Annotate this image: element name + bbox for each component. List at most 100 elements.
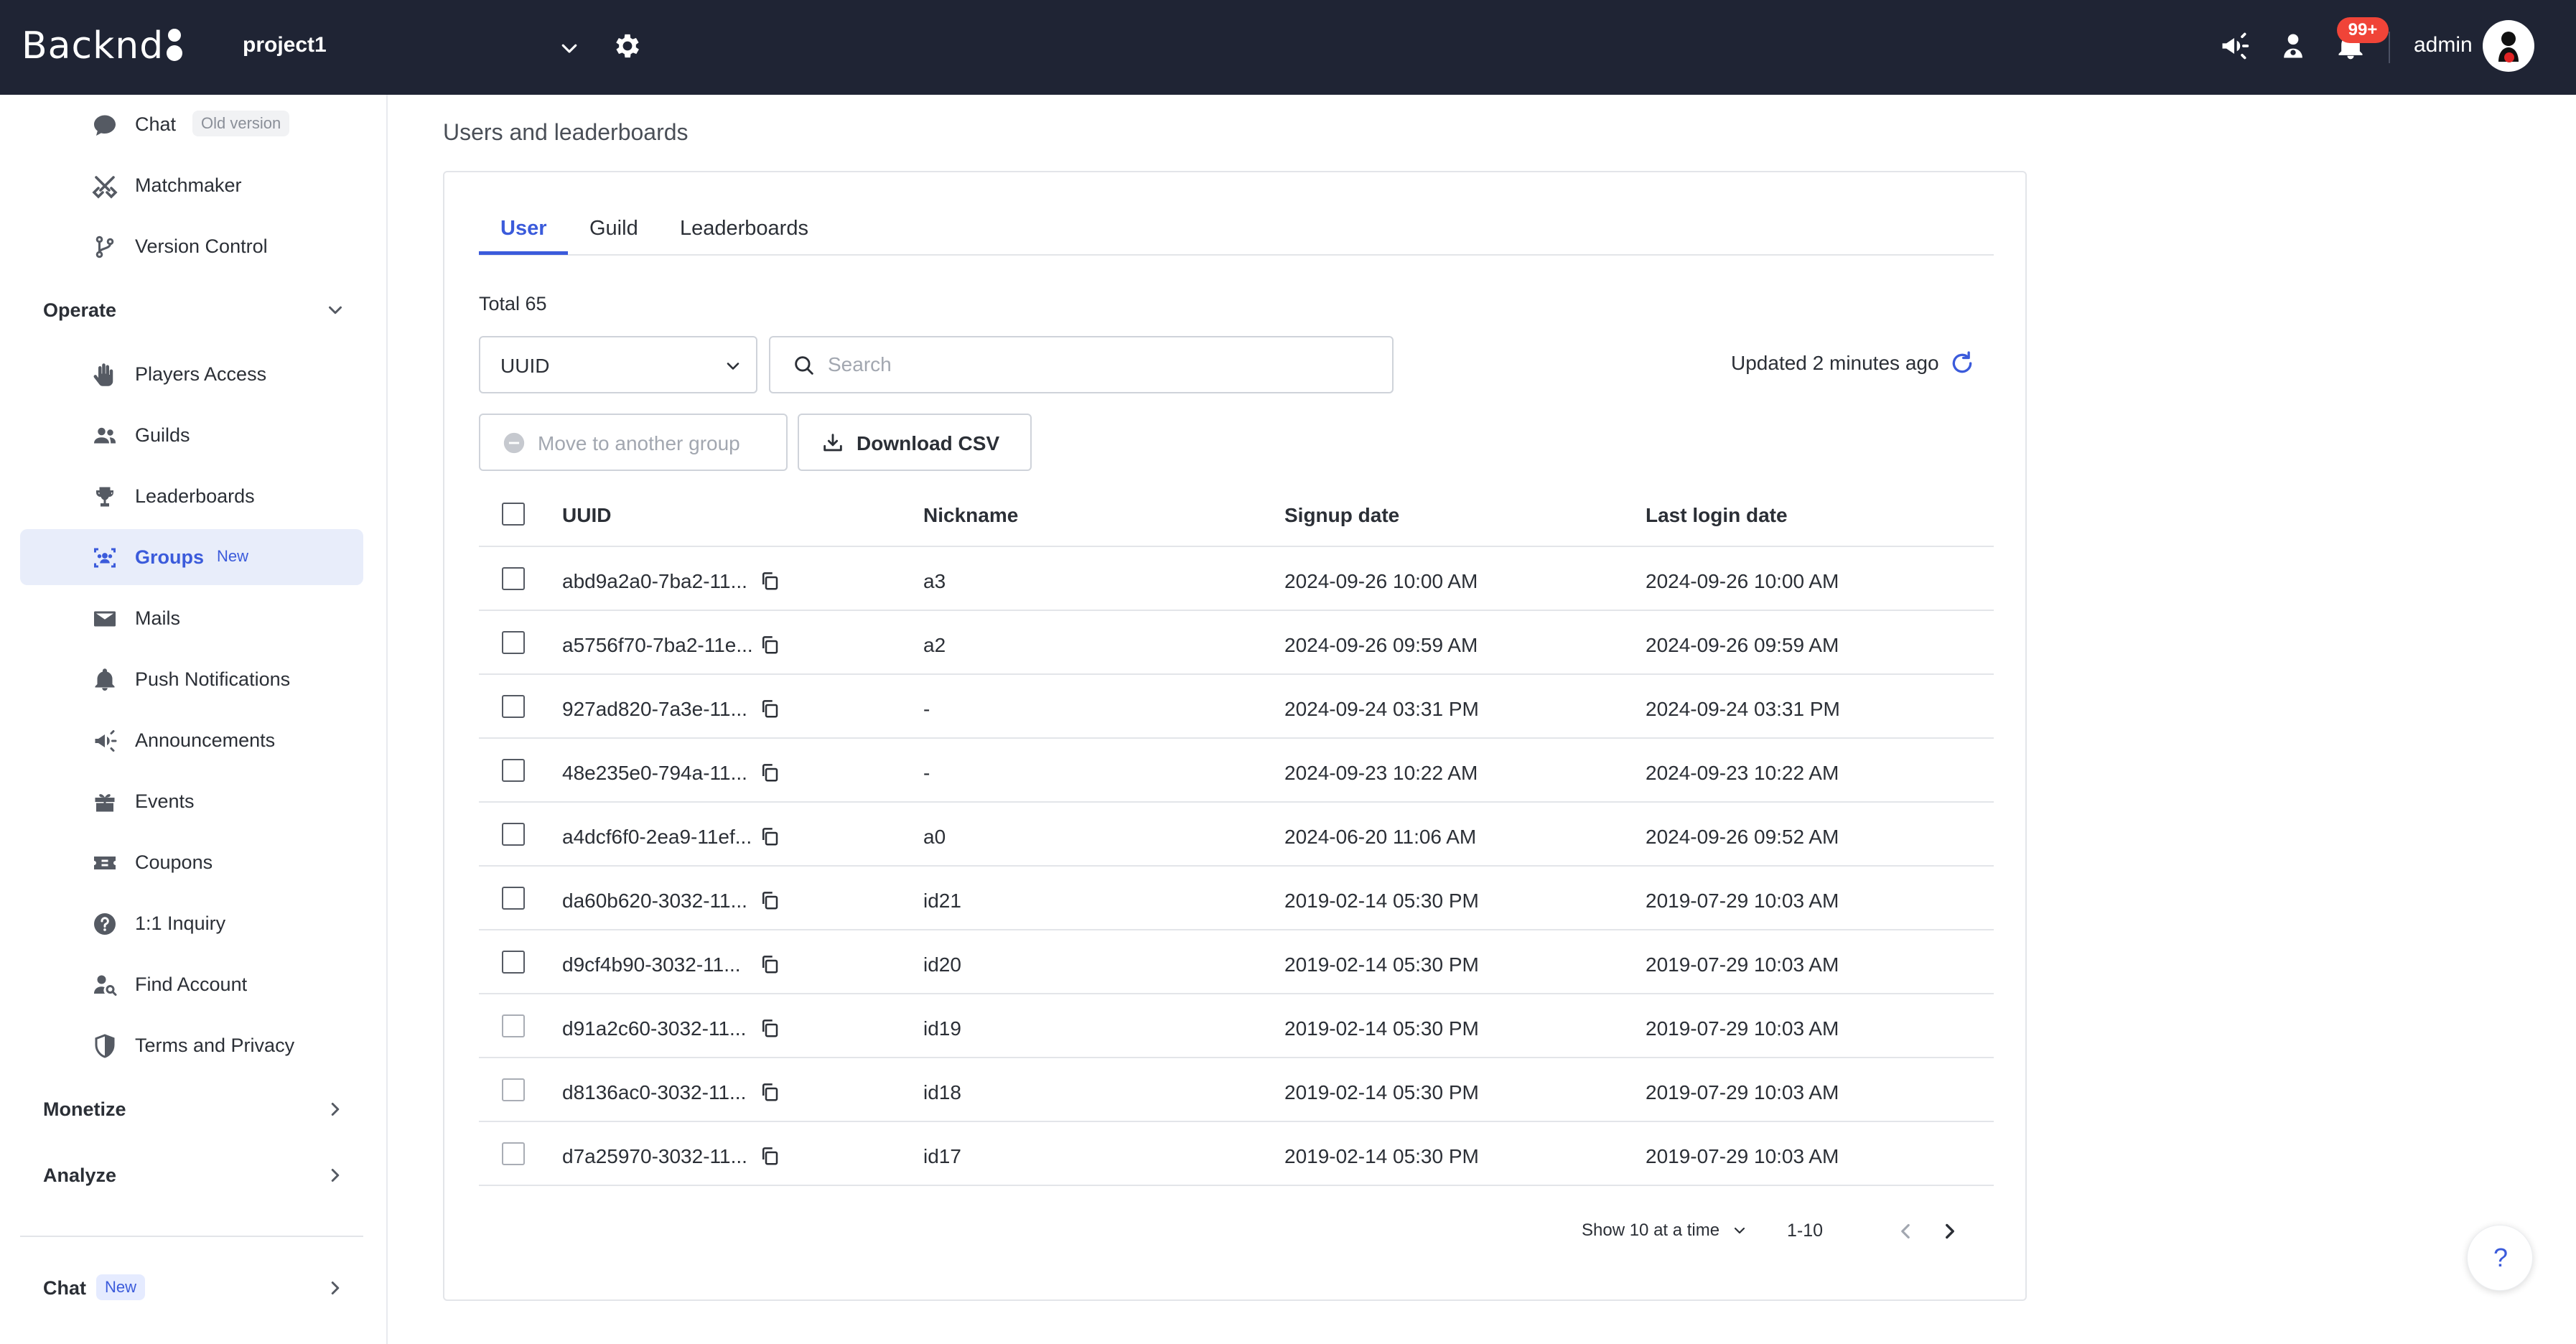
page-size-select[interactable]: Show 10 at a time (1582, 1221, 1719, 1241)
sidebar-item-chat-old[interactable]: Chat Old version (20, 96, 363, 152)
copy-icon[interactable] (759, 953, 780, 975)
cell-nickname: - (923, 762, 930, 784)
table-row[interactable]: 927ad820-7a3e-11... - 2024-09-24 03:31 P… (479, 675, 1994, 739)
sidebar-item-find-account[interactable]: Find Account (20, 956, 363, 1012)
filter-select[interactable]: UUID (479, 336, 757, 393)
cell-uuid: d7a25970-3032-11... (562, 1145, 747, 1167)
row-checkbox[interactable] (502, 1142, 525, 1165)
sidebar-item-version-control[interactable]: Version Control (20, 218, 363, 274)
section-monetize[interactable]: Monetize (20, 1081, 363, 1137)
mail-icon (94, 611, 116, 627)
cell-signup: 2019-02-14 05:30 PM (1284, 1145, 1479, 1167)
table-row[interactable]: d91a2c60-3032-11... id19 2019-02-14 05:3… (479, 994, 1994, 1058)
cell-last-login: 2024-09-26 10:00 AM (1646, 570, 1839, 592)
move-group-button[interactable]: Move to another group (479, 414, 788, 471)
sidebar-item-terms-privacy[interactable]: Terms and Privacy (20, 1017, 363, 1073)
megaphone-icon (95, 730, 117, 752)
table-row[interactable]: da60b620-3032-11... id21 2019-02-14 05:3… (479, 867, 1994, 930)
sidebar-item-groups[interactable]: Groups New (20, 529, 363, 585)
person-search-icon (94, 975, 117, 996)
copy-icon[interactable] (759, 1081, 780, 1103)
ticket-icon (94, 857, 116, 869)
sidebar-item-events[interactable]: Events (20, 773, 363, 829)
column-header-uuid[interactable]: UUID (562, 504, 611, 527)
cell-uuid: d8136ac0-3032-11... (562, 1081, 747, 1103)
cell-last-login: 2024-09-26 09:59 AM (1646, 634, 1839, 656)
row-checkbox[interactable] (502, 1078, 525, 1101)
chevron-right-icon[interactable] (1938, 1219, 1962, 1243)
copy-icon[interactable] (759, 826, 780, 847)
table-row[interactable]: d7a25970-3032-11... id17 2019-02-14 05:3… (479, 1122, 1994, 1186)
copy-icon[interactable] (759, 698, 780, 719)
search-box[interactable] (769, 336, 1394, 393)
new-tag: New (96, 1274, 146, 1300)
table-row[interactable]: a4dcf6f0-2ea9-11ef... a0 2024-06-20 11:0… (479, 803, 1994, 867)
table-row[interactable]: 48e235e0-794a-11... - 2024-09-23 10:22 A… (479, 739, 1994, 803)
copy-icon[interactable] (759, 634, 780, 655)
chevron-down-icon[interactable] (1731, 1222, 1748, 1239)
project-selector[interactable]: project1 (243, 27, 587, 67)
megaphone-icon[interactable] (2218, 30, 2250, 62)
chat-bubble-icon (94, 115, 116, 136)
cell-uuid: abd9a2a0-7ba2-11... (562, 570, 747, 592)
row-checkbox[interactable] (502, 823, 525, 846)
copy-icon[interactable] (759, 762, 780, 783)
sidebar-item-inquiry[interactable]: 1:1 Inquiry (20, 895, 363, 951)
section-analyze[interactable]: Analyze (20, 1147, 363, 1203)
table-header: UUID Nickname Signup date Last login dat… (479, 481, 1994, 547)
sidebar-item-leaderboards[interactable]: Leaderboards (20, 468, 363, 524)
chevron-left-icon[interactable] (1893, 1219, 1918, 1243)
row-checkbox[interactable] (502, 567, 525, 590)
help-button[interactable]: ? (2467, 1225, 2533, 1291)
avatar[interactable] (2483, 20, 2534, 72)
cell-nickname: a0 (923, 826, 946, 848)
row-checkbox[interactable] (502, 1014, 525, 1037)
logo[interactable]: Backnd (22, 23, 164, 69)
user-name[interactable]: admin (2414, 33, 2473, 57)
chevron-right-icon (331, 1282, 340, 1294)
search-input[interactable] (828, 347, 1373, 382)
tab-leaderboards[interactable]: Leaderboards (680, 217, 808, 241)
download-csv-button[interactable]: Download CSV (798, 414, 1032, 471)
project-name: project1 (243, 33, 327, 57)
column-header-nickname[interactable]: Nickname (923, 504, 1018, 527)
section-operate[interactable]: Operate (20, 282, 363, 338)
row-checkbox[interactable] (502, 759, 525, 782)
table-row[interactable]: d9cf4b90-3032-11... id20 2019-02-14 05:3… (479, 930, 1994, 994)
sidebar-item-matchmaker[interactable]: Matchmaker (20, 157, 363, 213)
gear-icon[interactable] (612, 30, 643, 62)
sidebar-item-players-access[interactable]: Players Access (20, 346, 363, 402)
copy-icon[interactable] (759, 1017, 780, 1039)
tab-guild[interactable]: Guild (589, 217, 638, 241)
refresh-icon[interactable] (1948, 349, 1977, 378)
copy-icon[interactable] (759, 890, 780, 911)
section-chat[interactable]: Chat New (20, 1260, 363, 1316)
cell-signup: 2024-09-23 10:22 AM (1284, 762, 1478, 784)
row-checkbox[interactable] (502, 887, 525, 910)
cell-uuid: a5756f70-7ba2-11e... (562, 634, 753, 656)
table-row[interactable]: a5756f70-7ba2-11e... a2 2024-09-26 09:59… (479, 611, 1994, 675)
select-all-checkbox[interactable] (502, 503, 525, 526)
chevron-down-icon (727, 363, 739, 370)
chevron-down-icon (561, 44, 577, 53)
sidebar-item-push-notifications[interactable]: Push Notifications (20, 651, 363, 707)
table-row[interactable]: abd9a2a0-7ba2-11... a3 2024-09-26 10:00 … (479, 547, 1994, 611)
row-checkbox[interactable] (502, 631, 525, 654)
table-row[interactable]: d8136ac0-3032-11... id18 2019-02-14 05:3… (479, 1058, 1994, 1122)
sidebar-item-coupons[interactable]: Coupons (20, 834, 363, 890)
cell-last-login: 2019-07-29 10:03 AM (1646, 1017, 1839, 1040)
sidebar-item-guilds[interactable]: Guilds (20, 407, 363, 463)
tab-user[interactable]: User (500, 217, 547, 241)
cell-signup: 2019-02-14 05:30 PM (1284, 1081, 1479, 1103)
support-agent-icon[interactable] (2277, 30, 2309, 62)
sidebar-item-announcements[interactable]: Announcements (20, 712, 363, 768)
sidebar-item-mails[interactable]: Mails (20, 590, 363, 646)
row-checkbox[interactable] (502, 695, 525, 718)
sidebar: Chat Old version Matchmaker Version Cont… (0, 95, 388, 1344)
cell-signup: 2024-09-26 10:00 AM (1284, 570, 1478, 592)
copy-icon[interactable] (759, 570, 780, 592)
copy-icon[interactable] (759, 1145, 780, 1167)
column-header-last-login[interactable]: Last login date (1646, 504, 1788, 527)
row-checkbox[interactable] (502, 951, 525, 974)
column-header-signup[interactable]: Signup date (1284, 504, 1399, 527)
